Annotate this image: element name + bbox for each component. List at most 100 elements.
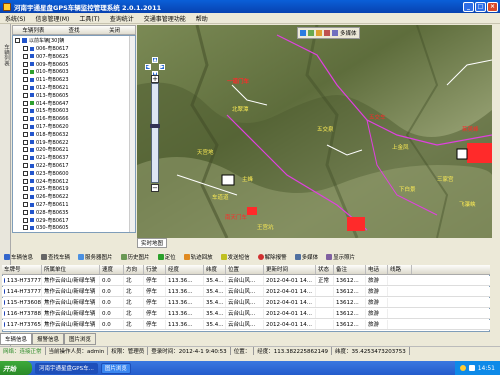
vehicle-checkbox[interactable] <box>23 53 28 59</box>
zoom-thumb[interactable] <box>150 124 160 128</box>
vehicle-close-tab[interactable]: 关闭 <box>94 26 135 34</box>
column-header[interactable]: 速度 <box>100 265 124 274</box>
vehicle-checkbox[interactable] <box>23 92 28 98</box>
zoom-in-button[interactable]: + <box>151 75 159 83</box>
zoom-out-button[interactable]: − <box>151 184 159 192</box>
column-header[interactable]: 所属单位 <box>42 265 100 274</box>
vehicle-list-item[interactable]: 021-粤B0637 <box>23 154 69 161</box>
vehicle-checkbox[interactable] <box>23 108 28 114</box>
vehicle-list-item[interactable]: 010-粤B0603 <box>23 68 69 75</box>
pan-left-icon[interactable]: ◀ <box>145 64 151 70</box>
menu-info-manage[interactable]: 信息管理(M) <box>31 14 75 23</box>
vehicle-checkbox[interactable] <box>23 194 28 200</box>
table-row[interactable]: 115-H73608 焦作云台山/新绿车辆 0.0 北停车 113.36... 35.4.… <box>2 298 490 308</box>
vehicle-checkbox[interactable] <box>23 61 28 67</box>
column-header[interactable]: 车牌号 <box>2 265 42 274</box>
menu-tools[interactable]: 工具(T) <box>74 14 104 23</box>
vehicle-checkbox[interactable] <box>23 46 28 51</box>
minimize-button[interactable]: _ <box>463 1 474 12</box>
column-header[interactable]: 行驶 <box>144 265 166 274</box>
vehicle-checkbox[interactable] <box>23 69 28 75</box>
vehicle-checkbox[interactable] <box>23 131 28 137</box>
vehicle-list-item[interactable]: 026-粤B0622 <box>23 193 69 200</box>
pan-up-icon[interactable]: ▲ <box>152 57 158 63</box>
measure-icon[interactable] <box>324 30 330 36</box>
server-pictures-button[interactable]: 服务器图片 <box>74 253 117 262</box>
column-header[interactable]: 纬度 <box>204 265 226 274</box>
vehicle-list-item[interactable]: 020-粤B0621 <box>23 146 69 153</box>
vehicle-checkbox[interactable] <box>23 217 28 223</box>
vehicle-list-item[interactable]: 015-粤B0603 <box>23 107 69 114</box>
vehicle-list-item[interactable]: 029-粤B0617 <box>23 217 69 224</box>
vehicle-checkbox[interactable] <box>23 139 28 145</box>
map-media-label[interactable]: 多媒体 <box>340 29 357 37</box>
pan-icon[interactable] <box>308 30 314 36</box>
zoom-slider[interactable]: + − <box>150 75 160 192</box>
vehicle-checkbox[interactable] <box>23 209 28 215</box>
vehicle-list-item[interactable]: 013-粤B0605 <box>23 92 69 99</box>
vehicle-checkbox[interactable] <box>23 77 28 83</box>
multimedia-button[interactable]: 多媒体 <box>291 253 323 262</box>
menu-traffic[interactable]: 交通事管理功能 <box>139 14 191 23</box>
vehicle-list-item[interactable]: 019-粤B0622 <box>23 139 69 146</box>
vehicle-list-tab[interactable]: 车辆列表 <box>13 26 54 34</box>
vehicle-checkbox[interactable] <box>23 85 28 90</box>
column-header[interactable]: 方向 <box>124 265 144 274</box>
layers-icon[interactable] <box>332 30 338 36</box>
send-message-button[interactable]: 发送短信 <box>217 253 254 262</box>
table-row[interactable]: 113-H73777 焦作云台山/新绿车辆 0.0 北停车 113.36... 35.4.… <box>2 276 490 286</box>
vehicle-checkbox[interactable] <box>23 124 28 129</box>
vehicle-checkbox[interactable] <box>23 100 28 106</box>
terrain-map[interactable] <box>137 25 492 238</box>
vehicle-list-item[interactable]: 027-粤B0611 <box>23 201 69 208</box>
column-header[interactable]: 状态 <box>316 265 334 274</box>
vehicle-list-item[interactable]: 016-粤B0666 <box>23 115 69 122</box>
find-vehicle-button[interactable]: 查找车辆 <box>37 253 74 262</box>
vehicle-info-button[interactable]: 车辆信息 <box>0 253 37 262</box>
vehicle-list-item[interactable]: 006-粤B0617 <box>23 45 69 52</box>
vehicle-search-tab[interactable]: 查找 <box>54 26 95 34</box>
close-button[interactable]: × <box>487 1 498 12</box>
vehicle-list-item[interactable]: 024-粤B0612 <box>23 178 69 185</box>
table-row[interactable]: 114-H73777 焦作云台山/新绿车辆 0.0 北停车 113.36... 35.4.… <box>2 287 490 297</box>
vehicle-checkbox[interactable] <box>23 116 28 122</box>
tab-vehicle-info[interactable]: 车辆信息 <box>0 333 33 345</box>
pointer-icon[interactable] <box>300 30 306 36</box>
column-header[interactable]: 电话 <box>366 265 388 274</box>
maximize-button[interactable]: □ <box>475 1 486 12</box>
vehicle-checkbox[interactable] <box>23 178 28 184</box>
column-header[interactable]: 经度 <box>166 265 204 274</box>
tab-picture-browse[interactable]: 图片浏览 <box>64 333 97 345</box>
vehicle-checkbox[interactable] <box>23 155 28 161</box>
menu-query-stats[interactable]: 查询统计 <box>105 14 139 23</box>
column-header[interactable]: 更新时间 <box>264 265 316 274</box>
task-gps-app[interactable]: 河南宇通星盘GPS车... <box>35 362 98 374</box>
realtime-map-tab[interactable]: 实时地图 <box>137 238 168 248</box>
vehicle-list-item[interactable]: 030-粤B0605 <box>23 224 69 231</box>
left-strip-label[interactable]: 车辆列表 <box>2 44 10 66</box>
tray-network-icon[interactable] <box>459 365 466 371</box>
column-header[interactable]: 线路 <box>388 265 412 274</box>
vehicle-list-item[interactable]: 007-粤B0625 <box>23 53 69 60</box>
zoom-in-icon[interactable] <box>316 30 322 36</box>
vehicle-list-item[interactable]: 017-粤B0620 <box>23 123 69 130</box>
tab-alarm-info[interactable]: 报警信息 <box>32 333 65 345</box>
vehicle-scrollbar[interactable] <box>129 36 135 232</box>
table-row[interactable]: 117-H73765 焦作云台山/新绿车辆 0.0 北停车 113.36... 35.4.… <box>2 320 490 330</box>
vehicle-list-item[interactable]: 018-粤B0632 <box>23 131 69 138</box>
pan-right-icon[interactable]: ▶ <box>159 64 165 70</box>
vehicle-list-item[interactable]: 011-粤B0623 <box>23 76 69 83</box>
vehicle-checkbox[interactable] <box>23 225 28 231</box>
vehicle-checkbox[interactable] <box>23 170 28 176</box>
vehicle-checkbox[interactable] <box>23 202 28 207</box>
vehicle-list-item[interactable]: 028-粤B0635 <box>23 209 69 216</box>
start-button[interactable]: 开始 <box>0 361 32 375</box>
vehicle-list-item[interactable]: 022-粤B0617 <box>23 162 69 169</box>
vehicle-list-item[interactable]: 014-粤B0647 <box>23 100 69 107</box>
group-checkbox[interactable] <box>15 38 20 43</box>
vehicle-checkbox[interactable] <box>23 163 28 168</box>
task-picture-browse[interactable]: 图片浏览 <box>100 362 131 374</box>
vehicle-checkbox[interactable] <box>23 147 28 153</box>
column-header[interactable]: 备注 <box>334 265 366 274</box>
vehicle-list-item[interactable]: 023-粤B0600 <box>23 170 69 177</box>
